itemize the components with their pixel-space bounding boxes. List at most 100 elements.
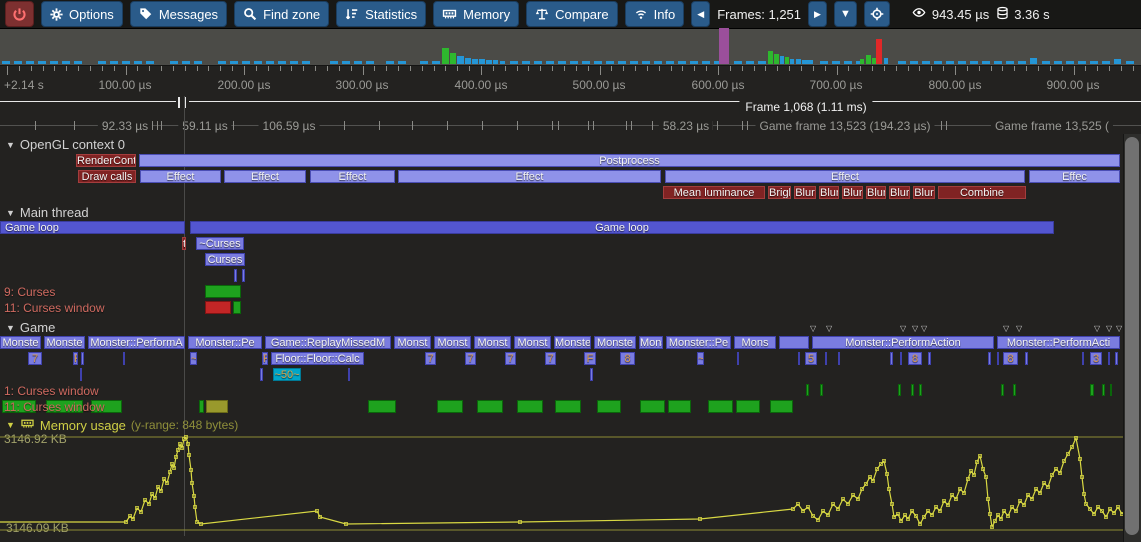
zone-bar[interactable]: F — [584, 352, 596, 365]
zone-bar[interactable]: 7 — [545, 352, 556, 365]
message-marker-icon[interactable]: ▽ — [1106, 325, 1112, 333]
lock-bar[interactable] — [206, 400, 228, 413]
zone-bar[interactable]: Mean luminance — [663, 186, 765, 199]
lock-bar[interactable] — [668, 400, 691, 413]
game-header[interactable]: ▼Game — [6, 320, 55, 335]
zone-bar[interactable] — [348, 368, 350, 381]
zone-bar[interactable]: ~ — [697, 352, 704, 365]
zone-bar[interactable]: ~Curses — [196, 237, 244, 250]
vertical-scrollbar-thumb[interactable] — [1125, 137, 1139, 535]
zone-bar[interactable]: Monster::PerformA — [88, 336, 185, 349]
zone-bar[interactable]: Effect — [310, 170, 395, 183]
zone-bar[interactable]: Monster::PerformAction — [812, 336, 994, 349]
zone-bar[interactable]: Monste — [594, 336, 636, 349]
lock-bar[interactable] — [1110, 384, 1112, 396]
zone-bar[interactable]: ~50~ — [273, 368, 301, 381]
zone-bar[interactable]: 8 — [620, 352, 635, 365]
zone-bar[interactable] — [928, 352, 931, 365]
lock-bar[interactable] — [205, 285, 241, 298]
main-thread-header[interactable]: ▼Main thread — [6, 205, 89, 220]
zone-bar[interactable]: Monster::PerformActi — [997, 336, 1120, 349]
zone-bar[interactable] — [590, 368, 593, 381]
zone-bar[interactable]: Draw calls — [78, 170, 136, 183]
zone-bar[interactable] — [234, 269, 237, 282]
lock-bar[interactable] — [199, 400, 204, 413]
lock-bar[interactable] — [911, 384, 914, 396]
zone-bar[interactable] — [242, 269, 245, 282]
zone-bar[interactable]: Blur — [819, 186, 839, 199]
zone-bar[interactable]: Brigh — [768, 186, 791, 199]
zone-bar[interactable]: Blur — [889, 186, 910, 199]
lock-bar[interactable] — [919, 384, 922, 396]
zone-bar[interactable]: 5 — [805, 352, 817, 365]
lock-bar[interactable] — [1001, 384, 1004, 396]
zone-bar[interactable] — [890, 352, 893, 365]
zone-bar[interactable]: 7 — [425, 352, 436, 365]
zone-bar[interactable]: Monst — [434, 336, 471, 349]
zone-bar[interactable]: ti — [182, 237, 186, 250]
zone-bar[interactable]: Blur — [842, 186, 863, 199]
zone-bar[interactable] — [260, 368, 263, 381]
message-marker-icon[interactable]: ▽ — [1094, 325, 1100, 333]
zone-bar[interactable]: Blur — [866, 186, 886, 199]
message-marker-icon[interactable]: ▽ — [921, 325, 927, 333]
zone-bar[interactable] — [997, 352, 999, 365]
zone-bar[interactable]: Blur — [794, 186, 816, 199]
zone-bar[interactable]: 7 — [465, 352, 476, 365]
zone-bar[interactable]: Monster::Pe — [188, 336, 262, 349]
zone-bar[interactable]: Mons — [639, 336, 663, 349]
message-marker-icon[interactable]: ▽ — [900, 325, 906, 333]
lock-bar[interactable] — [640, 400, 665, 413]
zone-bar[interactable]: 8 — [908, 352, 922, 365]
zone-bar[interactable]: 3 — [1090, 352, 1102, 365]
zone-bar[interactable] — [779, 336, 809, 349]
lock-bar[interactable] — [820, 384, 823, 396]
lock-bar[interactable] — [1102, 384, 1105, 396]
lock-bar[interactable] — [1013, 384, 1016, 396]
lock-bar[interactable] — [708, 400, 733, 413]
zone-bar[interactable]: Curses — [205, 253, 245, 266]
zone-bar[interactable] — [80, 368, 82, 381]
lock-bar[interactable] — [770, 400, 793, 413]
message-marker-icon[interactable]: ▽ — [1016, 325, 1022, 333]
lock-bar[interactable] — [806, 384, 809, 396]
opengl-context-header[interactable]: ▼OpenGL context 0 — [6, 137, 125, 152]
lock-bar[interactable] — [555, 400, 581, 413]
zone-bar[interactable] — [900, 352, 902, 365]
zone-bar[interactable]: RenderConte — [76, 154, 136, 167]
lock-bar[interactable] — [898, 384, 901, 396]
zone-bar[interactable]: Blur — [913, 186, 935, 199]
zone-bar[interactable] — [825, 352, 827, 365]
lock-bar[interactable] — [736, 400, 760, 413]
zone-bar[interactable]: Effect — [140, 170, 221, 183]
zone-bar[interactable] — [1025, 352, 1028, 365]
zone-bar[interactable] — [1108, 352, 1110, 365]
zone-bar[interactable]: ~ — [190, 352, 197, 365]
lock-bar[interactable] — [1090, 384, 1094, 396]
lock-bar[interactable] — [233, 301, 241, 314]
zone-bar[interactable]: Effect — [665, 170, 1025, 183]
zone-bar[interactable]: Combine — [938, 186, 1026, 199]
zone-bar[interactable]: Floor::Floor::Calc — [271, 352, 364, 365]
zone-bar[interactable]: Monst — [474, 336, 511, 349]
message-marker-icon[interactable]: ▽ — [1116, 325, 1122, 333]
lock-bar[interactable] — [205, 301, 231, 314]
zone-bar[interactable]: 8 — [1003, 352, 1018, 365]
message-marker-icon[interactable]: ▽ — [810, 325, 816, 333]
zone-bar[interactable] — [81, 352, 84, 365]
zone-bar[interactable]: Monst — [394, 336, 431, 349]
zone-bar[interactable]: Monster::Pe — [666, 336, 731, 349]
lock-bar[interactable] — [517, 400, 543, 413]
zone-bar[interactable]: Effect — [224, 170, 306, 183]
zone-bar[interactable] — [1082, 352, 1084, 365]
zone-bar[interactable] — [737, 352, 739, 365]
zone-bar[interactable]: 7 — [28, 352, 42, 365]
zone-bar[interactable]: Game::ReplayMissedM — [265, 336, 391, 349]
zone-bar[interactable] — [988, 352, 991, 365]
zone-bar[interactable]: Game loop — [190, 221, 1054, 234]
zone-bar[interactable]: Monste — [0, 336, 41, 349]
zone-bar[interactable]: Monste — [554, 336, 591, 349]
zone-bar[interactable]: Monst — [514, 336, 551, 349]
zone-bar[interactable] — [798, 352, 800, 365]
zone-bar[interactable]: Mons — [734, 336, 776, 349]
